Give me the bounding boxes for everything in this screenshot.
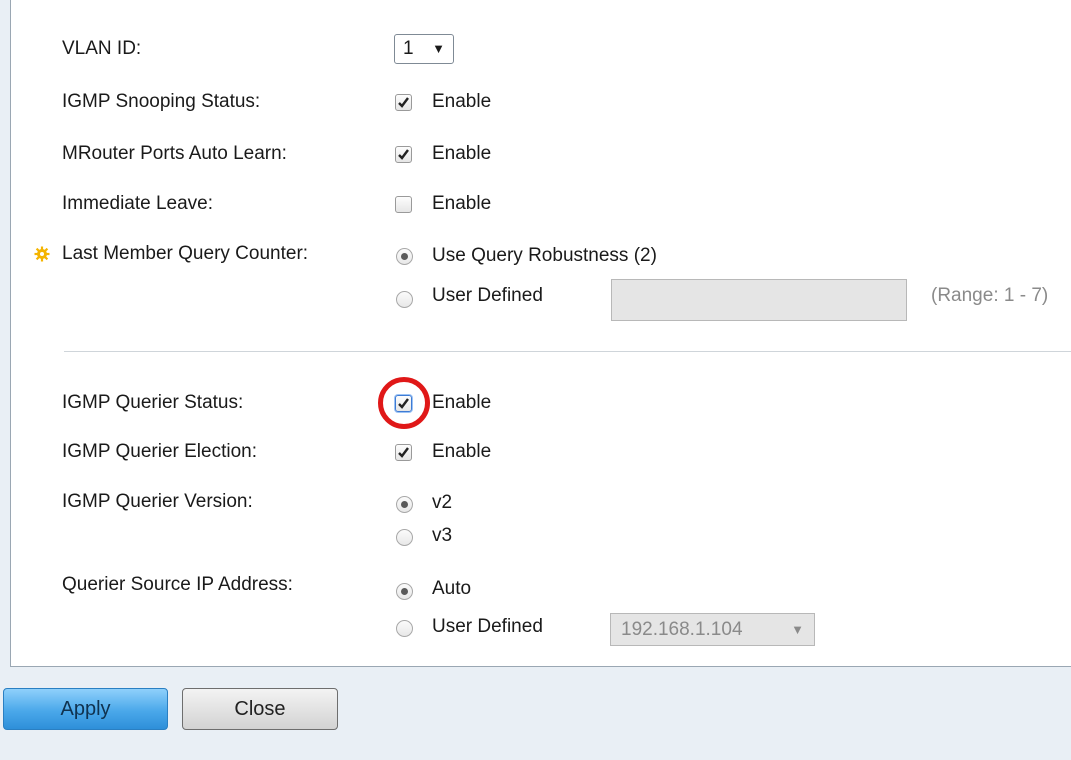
mrouter-auto-learn-label: MRouter Ports Auto Learn: (62, 143, 287, 164)
igmp-snooping-enable-text: Enable (432, 91, 492, 112)
querier-source-user-defined-radio[interactable] (396, 620, 413, 637)
querier-source-ip-select[interactable]: 192.168.1.104 ▼ (610, 613, 815, 646)
vlan-id-label: VLAN ID: (62, 38, 142, 59)
check-icon (398, 97, 409, 108)
vlan-id-select[interactable]: 1 ▼ (394, 34, 454, 64)
last-member-user-defined-radio[interactable] (396, 291, 413, 308)
querier-source-auto-text: Auto (432, 578, 472, 599)
chevron-down-icon: ▼ (791, 622, 804, 637)
immediate-leave-label: Immediate Leave: (62, 193, 214, 214)
querier-version-v3-text: v3 (432, 525, 453, 546)
igmp-querier-status-enable-text: Enable (432, 392, 492, 413)
apply-button[interactable]: Apply (3, 688, 168, 730)
querier-version-v3-radio[interactable] (396, 529, 413, 546)
igmp-querier-version-label: IGMP Querier Version: (62, 491, 253, 512)
querier-version-v2-text: v2 (432, 492, 453, 513)
section-divider (64, 351, 1071, 352)
last-member-query-counter-label: Last Member Query Counter: (62, 243, 309, 264)
querier-version-v2-radio[interactable] (396, 496, 413, 513)
last-member-query-input[interactable] (611, 279, 907, 321)
querier-source-ip-value: 192.168.1.104 (621, 619, 743, 640)
gear-star-icon (34, 246, 50, 262)
close-button[interactable]: Close (182, 688, 338, 730)
immediate-leave-enable-text: Enable (432, 193, 492, 214)
querier-source-auto-radio[interactable] (396, 583, 413, 600)
use-query-robustness-text: Use Query Robustness (2) (432, 245, 657, 266)
igmp-snooping-checkbox[interactable] (395, 94, 412, 111)
igmp-querier-election-enable-text: Enable (432, 441, 492, 462)
immediate-leave-checkbox[interactable] (395, 196, 412, 213)
last-member-range-text: (Range: 1 - 7) (931, 285, 1049, 306)
check-icon (398, 447, 409, 458)
igmp-snooping-status-label: IGMP Snooping Status: (62, 91, 261, 112)
mrouter-auto-learn-enable-text: Enable (432, 143, 492, 164)
igmp-querier-election-label: IGMP Querier Election: (62, 441, 258, 462)
mrouter-auto-learn-checkbox[interactable] (395, 146, 412, 163)
check-icon (398, 149, 409, 160)
settings-panel: VLAN ID: 1 ▼ IGMP Snooping Status: Enabl… (10, 0, 1071, 667)
highlight-circle (378, 377, 430, 429)
last-member-user-defined-text: User Defined (432, 285, 543, 306)
vlan-id-value: 1 (403, 38, 414, 59)
querier-source-ip-label: Querier Source IP Address: (62, 574, 293, 595)
igmp-querier-status-label: IGMP Querier Status: (62, 392, 244, 413)
igmp-querier-election-checkbox[interactable] (395, 444, 412, 461)
chevron-down-icon: ▼ (432, 41, 445, 56)
use-query-robustness-radio[interactable] (396, 248, 413, 265)
querier-source-user-defined-text: User Defined (432, 616, 543, 637)
